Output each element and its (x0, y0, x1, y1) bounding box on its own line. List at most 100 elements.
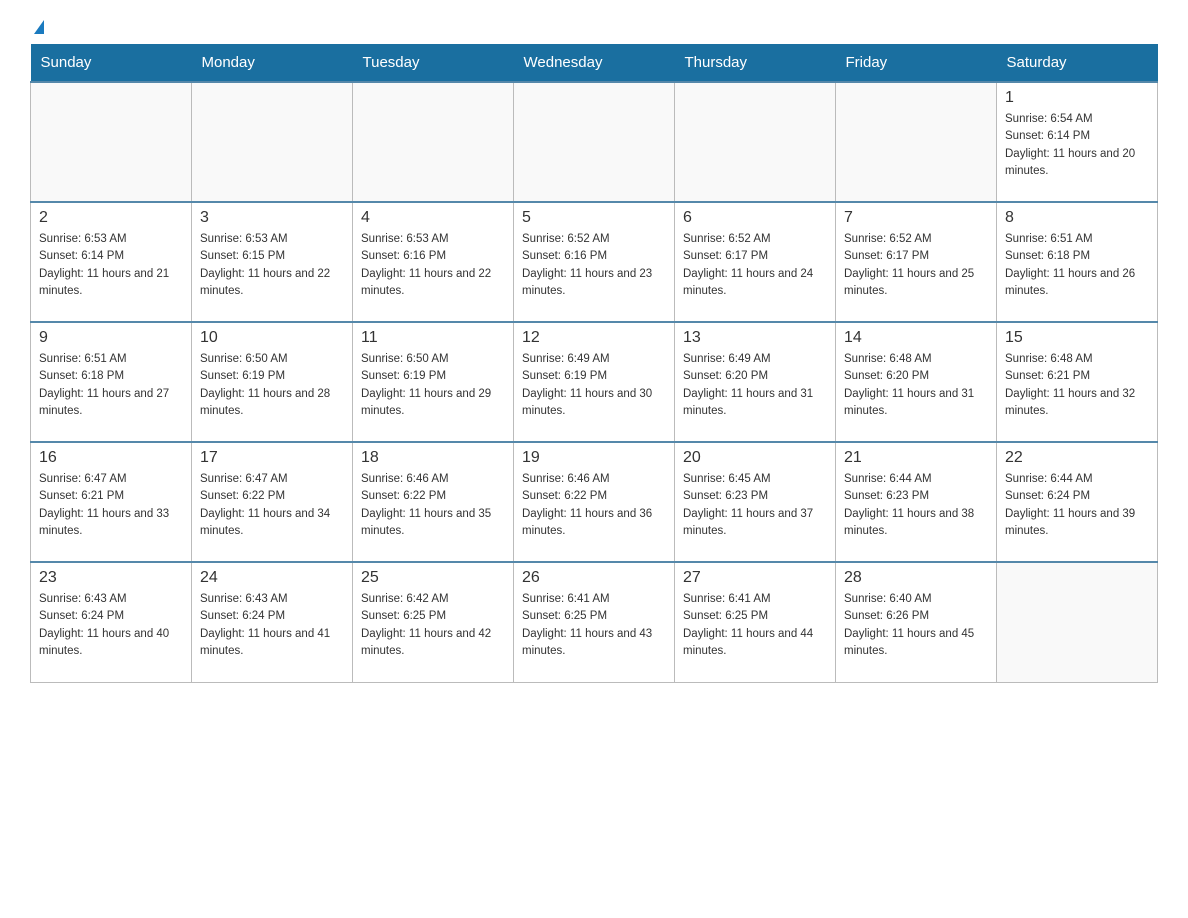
day-info: Sunrise: 6:45 AM Sunset: 6:23 PM Dayligh… (683, 471, 827, 540)
day-info: Sunrise: 6:48 AM Sunset: 6:21 PM Dayligh… (1005, 351, 1149, 420)
day-info: Sunrise: 6:47 AM Sunset: 6:21 PM Dayligh… (39, 471, 183, 540)
calendar-cell: 18 Sunrise: 6:46 AM Sunset: 6:22 PM Dayli… (353, 442, 514, 562)
calendar-cell: 7Sunrise: 6:52 AM Sunset: 6:17 PM Daylig… (836, 202, 997, 322)
calendar-cell (192, 82, 353, 202)
calendar-cell: 19 Sunrise: 6:46 AM Sunset: 6:22 PM Dayli… (514, 442, 675, 562)
day-info: Sunrise: 6:43 AM Sunset: 6:24 PM Dayligh… (39, 591, 183, 660)
day-info: Sunrise: 6:47 AM Sunset: 6:22 PM Dayligh… (200, 471, 344, 540)
day-number: 8 (1005, 209, 1149, 227)
day-number: 22 (1005, 449, 1149, 467)
day-info: Sunrise: 6:54 AM Sunset: 6:14 PM Dayligh… (1005, 111, 1149, 180)
day-number: 26 (522, 569, 666, 587)
day-info: Sunrise: 6:46 AM Sunset: 6:22 PM Dayligh… (361, 471, 505, 540)
calendar-week-row-5: 23 Sunrise: 6:43 AM Sunset: 6:24 PM Dayli… (31, 562, 1158, 682)
calendar-cell: 10 Sunrise: 6:50 AM Sunset: 6:19 PM Dayli… (192, 322, 353, 442)
calendar-cell: 8 Sunrise: 6:51 AM Sunset: 6:18 PM Daylig… (997, 202, 1158, 322)
day-number: 16 (39, 449, 183, 467)
calendar-cell: 4 Sunrise: 6:53 AM Sunset: 6:16 PM Daylig… (353, 202, 514, 322)
calendar-cell: 14 Sunrise: 6:48 AM Sunset: 6:20 PM Dayli… (836, 322, 997, 442)
day-info: Sunrise: 6:50 AM Sunset: 6:19 PM Dayligh… (361, 351, 505, 420)
day-info: Sunrise: 6:46 AM Sunset: 6:22 PM Dayligh… (522, 471, 666, 540)
day-info: Sunrise: 6:50 AM Sunset: 6:19 PM Dayligh… (200, 351, 344, 420)
calendar-cell: 20 Sunrise: 6:45 AM Sunset: 6:23 PM Dayli… (675, 442, 836, 562)
calendar-cell: 21Sunrise: 6:44 AM Sunset: 6:23 PM Dayli… (836, 442, 997, 562)
day-number: 11 (361, 329, 505, 347)
day-number: 3 (200, 209, 344, 227)
weekday-header-tuesday: Tuesday (353, 44, 514, 82)
day-number: 28 (844, 569, 988, 587)
calendar-cell (31, 82, 192, 202)
calendar-cell: 28 Sunrise: 6:40 AM Sunset: 6:26 PM Dayli… (836, 562, 997, 682)
calendar-cell: 11 Sunrise: 6:50 AM Sunset: 6:19 PM Dayli… (353, 322, 514, 442)
day-info: Sunrise: 6:52 AM Sunset: 6:17 PM Dayligh… (683, 231, 827, 300)
calendar-week-row-1: 1 Sunrise: 6:54 AM Sunset: 6:14 PM Daylig… (31, 82, 1158, 202)
day-info: Sunrise: 6:41 AM Sunset: 6:25 PM Dayligh… (522, 591, 666, 660)
logo (30, 20, 44, 34)
weekday-header-monday: Monday (192, 44, 353, 82)
calendar-cell: 12Sunrise: 6:49 AM Sunset: 6:19 PM Dayli… (514, 322, 675, 442)
day-number: 14 (844, 329, 988, 347)
calendar-cell (353, 82, 514, 202)
day-number: 5 (522, 209, 666, 227)
calendar-cell (836, 82, 997, 202)
day-info: Sunrise: 6:52 AM Sunset: 6:16 PM Dayligh… (522, 231, 666, 300)
day-info: Sunrise: 6:48 AM Sunset: 6:20 PM Dayligh… (844, 351, 988, 420)
calendar-week-row-2: 2 Sunrise: 6:53 AM Sunset: 6:14 PM Daylig… (31, 202, 1158, 322)
day-info: Sunrise: 6:41 AM Sunset: 6:25 PM Dayligh… (683, 591, 827, 660)
calendar-week-row-4: 16 Sunrise: 6:47 AM Sunset: 6:21 PM Dayli… (31, 442, 1158, 562)
calendar-cell: 6 Sunrise: 6:52 AM Sunset: 6:17 PM Daylig… (675, 202, 836, 322)
calendar-cell: 16 Sunrise: 6:47 AM Sunset: 6:21 PM Dayli… (31, 442, 192, 562)
calendar-cell (675, 82, 836, 202)
calendar-cell: 23 Sunrise: 6:43 AM Sunset: 6:24 PM Dayli… (31, 562, 192, 682)
calendar-cell: 15 Sunrise: 6:48 AM Sunset: 6:21 PM Dayli… (997, 322, 1158, 442)
weekday-header-wednesday: Wednesday (514, 44, 675, 82)
day-info: Sunrise: 6:51 AM Sunset: 6:18 PM Dayligh… (39, 351, 183, 420)
day-info: Sunrise: 6:40 AM Sunset: 6:26 PM Dayligh… (844, 591, 988, 660)
day-number: 15 (1005, 329, 1149, 347)
calendar-cell: 5 Sunrise: 6:52 AM Sunset: 6:16 PM Daylig… (514, 202, 675, 322)
day-number: 20 (683, 449, 827, 467)
day-number: 6 (683, 209, 827, 227)
page-header (30, 20, 1158, 34)
calendar-cell: 24Sunrise: 6:43 AM Sunset: 6:24 PM Dayli… (192, 562, 353, 682)
day-info: Sunrise: 6:43 AM Sunset: 6:24 PM Dayligh… (200, 591, 344, 660)
weekday-header-sunday: Sunday (31, 44, 192, 82)
weekday-header-friday: Friday (836, 44, 997, 82)
calendar-week-row-3: 9 Sunrise: 6:51 AM Sunset: 6:18 PM Daylig… (31, 322, 1158, 442)
day-number: 1 (1005, 89, 1149, 107)
day-info: Sunrise: 6:49 AM Sunset: 6:19 PM Dayligh… (522, 351, 666, 420)
weekday-header-saturday: Saturday (997, 44, 1158, 82)
day-number: 9 (39, 329, 183, 347)
day-info: Sunrise: 6:53 AM Sunset: 6:15 PM Dayligh… (200, 231, 344, 300)
day-number: 2 (39, 209, 183, 227)
day-number: 23 (39, 569, 183, 587)
calendar-cell: 27 Sunrise: 6:41 AM Sunset: 6:25 PM Dayli… (675, 562, 836, 682)
day-number: 19 (522, 449, 666, 467)
day-number: 13 (683, 329, 827, 347)
calendar-cell: 2 Sunrise: 6:53 AM Sunset: 6:14 PM Daylig… (31, 202, 192, 322)
calendar-cell: 1 Sunrise: 6:54 AM Sunset: 6:14 PM Daylig… (997, 82, 1158, 202)
calendar-cell: 3 Sunrise: 6:53 AM Sunset: 6:15 PM Daylig… (192, 202, 353, 322)
day-info: Sunrise: 6:49 AM Sunset: 6:20 PM Dayligh… (683, 351, 827, 420)
day-info: Sunrise: 6:52 AM Sunset: 6:17 PM Dayligh… (844, 231, 988, 300)
day-number: 10 (200, 329, 344, 347)
calendar-cell: 17 Sunrise: 6:47 AM Sunset: 6:22 PM Dayli… (192, 442, 353, 562)
day-number: 4 (361, 209, 505, 227)
day-number: 27 (683, 569, 827, 587)
weekday-header-row: SundayMondayTuesdayWednesdayThursdayFrid… (31, 44, 1158, 82)
day-info: Sunrise: 6:53 AM Sunset: 6:16 PM Dayligh… (361, 231, 505, 300)
day-number: 25 (361, 569, 505, 587)
day-info: Sunrise: 6:53 AM Sunset: 6:14 PM Dayligh… (39, 231, 183, 300)
calendar-table: SundayMondayTuesdayWednesdayThursdayFrid… (30, 44, 1158, 683)
day-number: 18 (361, 449, 505, 467)
calendar-cell: 25 Sunrise: 6:42 AM Sunset: 6:25 PM Dayli… (353, 562, 514, 682)
day-number: 21 (844, 449, 988, 467)
day-info: Sunrise: 6:42 AM Sunset: 6:25 PM Dayligh… (361, 591, 505, 660)
day-number: 17 (200, 449, 344, 467)
calendar-cell: 26 Sunrise: 6:41 AM Sunset: 6:25 PM Dayli… (514, 562, 675, 682)
day-info: Sunrise: 6:51 AM Sunset: 6:18 PM Dayligh… (1005, 231, 1149, 300)
calendar-cell (997, 562, 1158, 682)
calendar-cell: 9 Sunrise: 6:51 AM Sunset: 6:18 PM Daylig… (31, 322, 192, 442)
weekday-header-thursday: Thursday (675, 44, 836, 82)
calendar-cell: 13 Sunrise: 6:49 AM Sunset: 6:20 PM Dayli… (675, 322, 836, 442)
